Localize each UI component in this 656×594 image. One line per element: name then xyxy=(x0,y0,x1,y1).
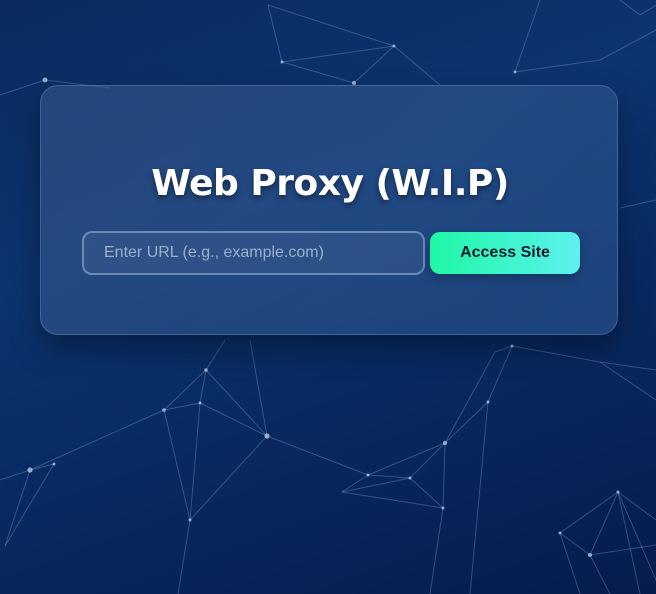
access-site-button[interactable]: Access Site xyxy=(430,232,580,274)
page-title: Web Proxy (W.I.P) xyxy=(151,163,509,204)
proxy-card: Web Proxy (W.I.P) Access Site xyxy=(40,85,618,335)
url-input[interactable] xyxy=(82,231,425,275)
